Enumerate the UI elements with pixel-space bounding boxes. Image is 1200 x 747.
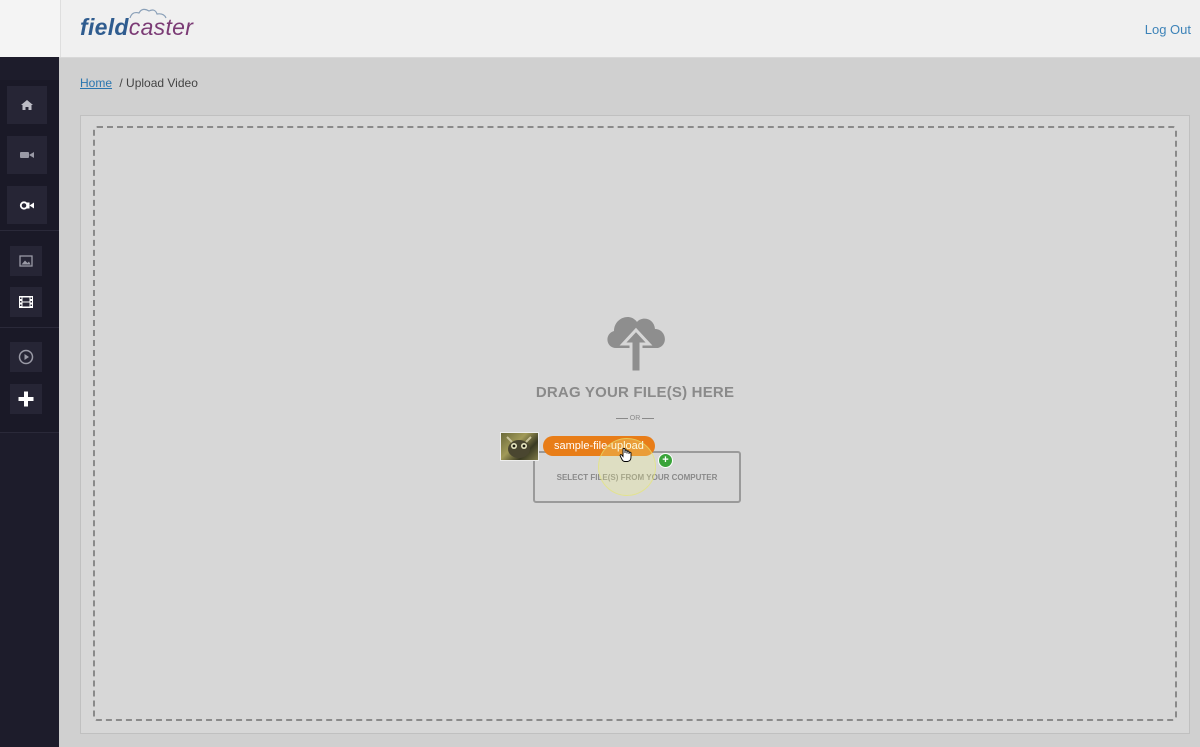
breadcrumb-current: / Upload Video: [119, 76, 198, 90]
breadcrumb-home-link[interactable]: Home: [80, 76, 112, 90]
sidebar-item-videos[interactable]: [7, 136, 47, 174]
top-header: fieldcaster Log Out: [0, 0, 1200, 58]
sidebar-header-cell: [0, 0, 61, 57]
plus-icon: [18, 391, 34, 407]
cloud-upload-icon: [607, 316, 665, 374]
sidebar-group-actions: [0, 328, 59, 433]
live-camera-icon: [19, 201, 34, 210]
sidebar-item-play[interactable]: [10, 342, 42, 372]
drag-files-text: DRAG YOUR FILE(S) HERE: [535, 384, 735, 401]
or-line-right: [642, 417, 655, 419]
image-icon: [19, 255, 33, 267]
upload-panel: DRAG YOUR FILE(S) HERE OR SELECT FILE(S)…: [80, 115, 1190, 734]
sidebar: [0, 57, 59, 747]
play-circle-icon: [18, 349, 34, 365]
logo-text-field: field: [80, 14, 129, 40]
fieldcaster-logo[interactable]: fieldcaster: [80, 8, 193, 46]
sidebar-item-images[interactable]: [10, 246, 42, 276]
film-icon: [19, 296, 33, 308]
sidebar-item-films[interactable]: [10, 287, 42, 317]
logout-link[interactable]: Log Out: [1145, 22, 1191, 37]
sidebar-item-live[interactable]: [7, 186, 47, 224]
sidebar-group-media: [0, 231, 59, 328]
or-divider: OR: [95, 415, 1175, 422]
select-files-button[interactable]: SELECT FILE(S) FROM YOUR COMPUTER: [533, 451, 741, 503]
video-camera-icon: [20, 152, 34, 158]
breadcrumb: Home / Upload Video: [80, 76, 198, 90]
file-dropzone[interactable]: DRAG YOUR FILE(S) HERE OR SELECT FILE(S)…: [93, 126, 1177, 721]
home-icon: [21, 100, 33, 110]
logo-cloud-icon: [129, 8, 167, 19]
select-files-label: SELECT FILE(S) FROM YOUR COMPUTER: [556, 472, 718, 482]
or-line-left: [615, 417, 628, 419]
sidebar-group-main: [0, 80, 59, 231]
or-label: OR: [629, 415, 641, 422]
sidebar-item-home[interactable]: [7, 86, 47, 124]
main-content: Home / Upload Video DRAG YOUR FILE(S) HE…: [60, 58, 1200, 747]
sidebar-item-add[interactable]: [10, 384, 42, 414]
